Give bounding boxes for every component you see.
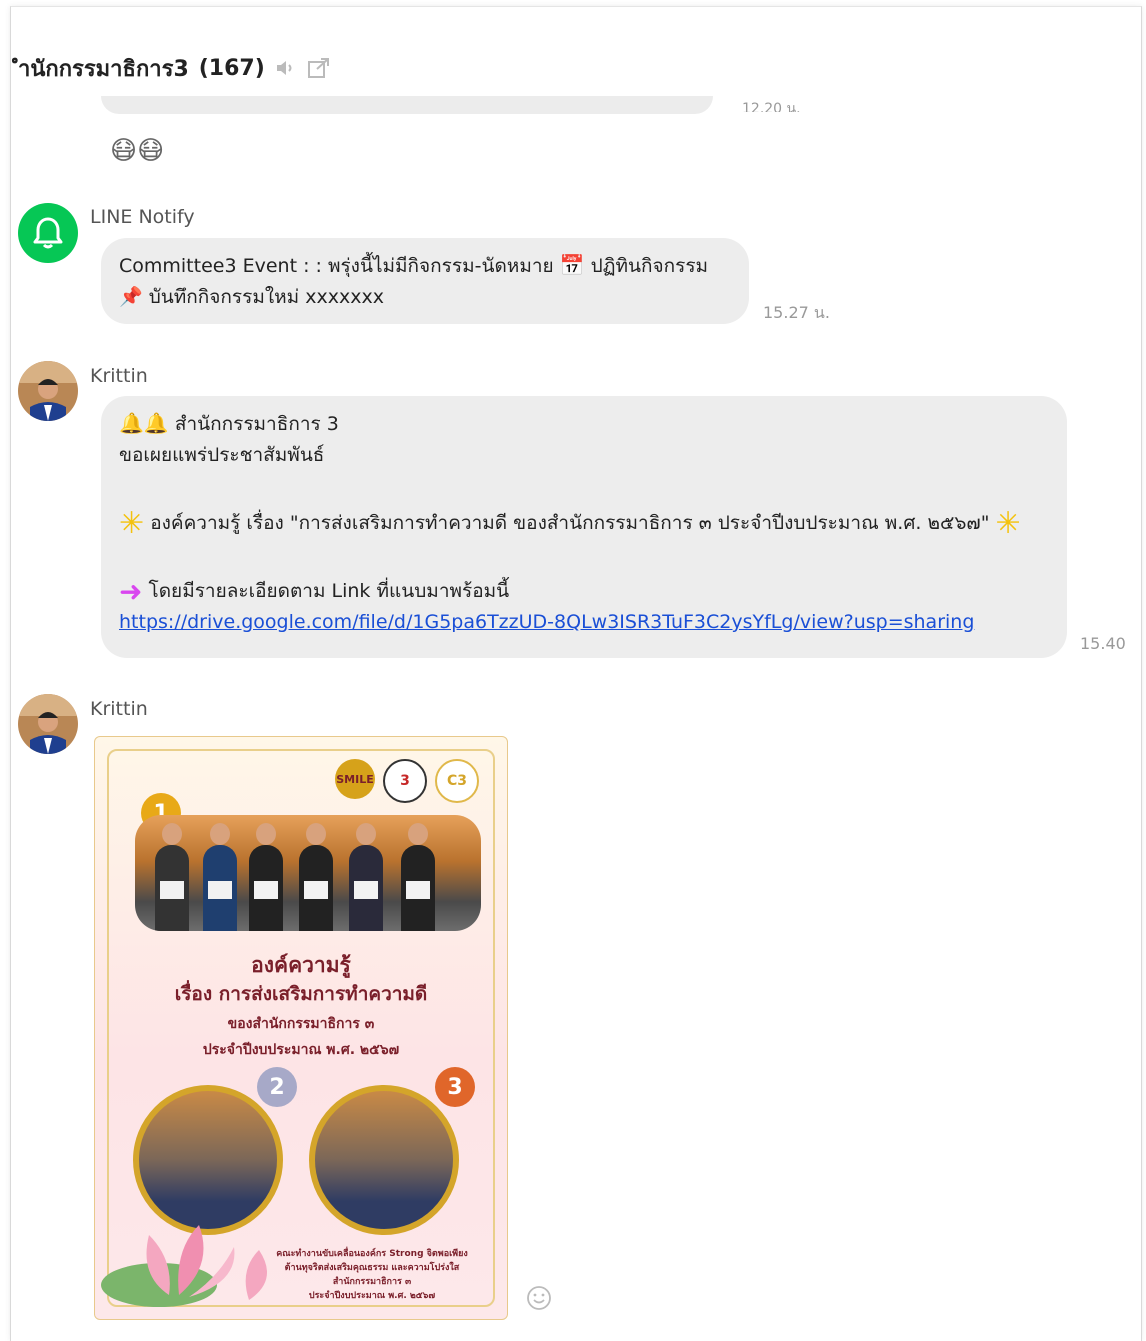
poster-year: ประจำปีงบประมาณ พ.ศ. ๒๕๖๗ <box>202 1042 400 1058</box>
chat-title: ำนักกรรมาธิการ3 <box>18 56 189 82</box>
image-message[interactable]: SMILE 3 C3 1 องค์ความรู้ เรื่อง การส่งเส… <box>94 736 508 1320</box>
message-text: ปฏิทินกิจกรรม <box>590 255 709 277</box>
message-text: สำนักกรรมาธิการ 3 <box>174 413 339 435</box>
footer-line: สำนักกรรมาธิการ ๓ <box>332 1277 412 1287</box>
sparkle-icon: ✳ <box>995 506 1021 541</box>
member-count: (167) <box>198 55 265 81</box>
poster-title: องค์ความรู้ <box>251 953 351 977</box>
poster-org: ของสำนักกรรมาธิการ ๓ <box>227 1016 375 1032</box>
message-text: บันทึกกิจกรรมใหม่ xxxxxxx <box>148 286 384 308</box>
group-photo-third <box>309 1085 459 1235</box>
poster-footer: คณะทำงานขับเคลื่อนองค์กร Strong จิตพอเพี… <box>257 1247 487 1303</box>
medal-bronze: 3 <box>435 1067 475 1107</box>
previous-message-time: 12.20 น. <box>742 101 801 112</box>
external-window-icon[interactable] <box>307 57 331 79</box>
footer-line: ประจำปีงบประมาณ พ.ศ. ๒๕๖๗ <box>308 1291 436 1301</box>
poster-logos: SMILE 3 C3 <box>335 759 479 803</box>
message-time: 15.27 น. <box>763 303 830 322</box>
arrow-right-icon: ➜ <box>119 575 143 608</box>
sender-name: Krittin <box>90 365 148 387</box>
user-avatar[interactable] <box>18 694 78 754</box>
user-avatar[interactable] <box>18 361 78 421</box>
sender-name: Krittin <box>90 698 148 720</box>
mute-icon[interactable] <box>275 58 297 78</box>
emoji-reaction-icon[interactable] <box>526 1285 552 1311</box>
previous-message-bubble <box>101 96 713 114</box>
emoji-sticker: 😷😷 <box>110 136 165 166</box>
sparkle-icon: ✳ <box>119 506 145 541</box>
bell-icon <box>33 217 63 249</box>
line-notify-avatar[interactable] <box>18 203 78 263</box>
message-time: 15.40 <box>1080 634 1126 653</box>
chat-header: ำนักกรรมาธิการ3 (167) <box>18 48 331 88</box>
message-bubble[interactable]: 🔔🔔 สำนักกรรมาธิการ 3 ขอเผยแพร่ประชาสัมพั… <box>101 396 1067 658</box>
message-text: ขอเผยแพร่ประชาสัมพันธ์ <box>119 444 325 466</box>
c3-logo: C3 <box>435 759 479 803</box>
poster-subtitle: เรื่อง การส่งเสริมการทำความดี <box>174 983 428 1005</box>
smile-logo: SMILE <box>335 759 375 799</box>
pushpin-icon: 📌 <box>119 286 143 308</box>
committee-logo: 3 <box>383 759 427 803</box>
drive-link[interactable]: https://drive.google.com/file/d/1G5pa6Tz… <box>119 611 974 633</box>
message-text: โดยมีรายละเอียดตาม Link ที่แนบมาพร้อมนี้ <box>148 580 510 602</box>
message-bubble[interactable]: Committee3 Event : : พรุ่งนี้ไม่มีกิจกรร… <box>101 238 749 324</box>
medal-silver: 2 <box>257 1067 297 1107</box>
sender-name: LINE Notify <box>90 206 195 228</box>
calendar-icon: 📅 <box>559 253 585 277</box>
footer-line: คณะทำงานขับเคลื่อนองค์กร Strong จิตพอเพี… <box>276 1249 468 1259</box>
group-photo-second <box>133 1085 283 1235</box>
group-photo-first <box>135 815 481 931</box>
message-text: องค์ความรู้ เรื่อง "การส่งเสริมการทำความ… <box>150 512 990 534</box>
footer-line: ต้านทุจริตส่งเสริมคุณธรรม และความโปร่งใส <box>284 1263 460 1273</box>
bell-emoji-icon: 🔔🔔 <box>119 411 169 435</box>
message-text: Committee3 Event : : พรุ่งนี้ไม่มีกิจกรร… <box>119 255 554 277</box>
